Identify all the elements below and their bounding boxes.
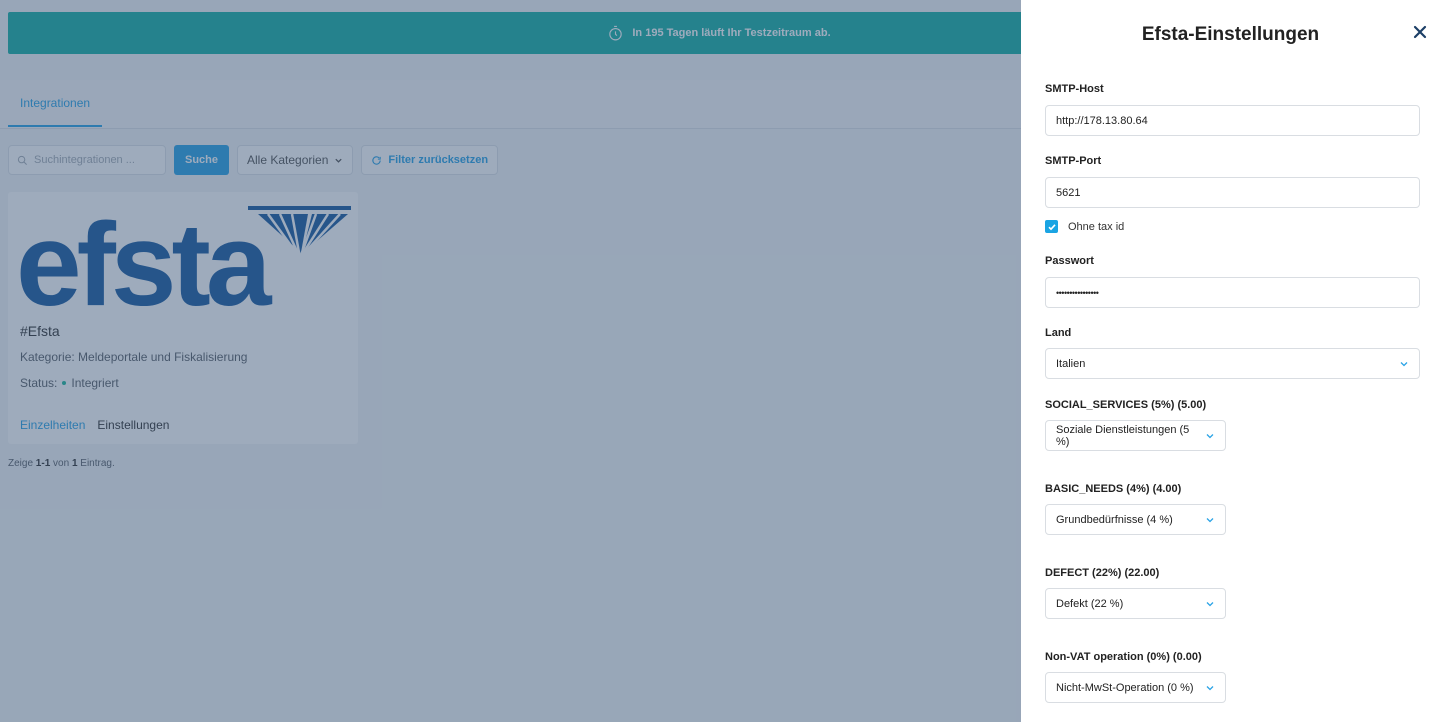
tax-mapping-value: Grundbedürfnisse (4 %) (1056, 513, 1173, 526)
chevron-down-icon (1400, 361, 1408, 366)
close-icon[interactable] (1410, 22, 1430, 42)
tax-mapping-label-basic-needs: BASIC_NEEDS (4%) (4.00) (1045, 483, 1182, 495)
tax-mapping-select-defect[interactable]: Defekt (22 %) (1045, 588, 1226, 619)
smtp-host-label: SMTP-Host (1045, 83, 1104, 95)
smtp-host-value: http://178.13.80.64 (1056, 114, 1148, 127)
tax-mapping-select-basic-needs[interactable]: Grundbedürfnisse (4 %) (1045, 504, 1226, 535)
smtp-port-label: SMTP-Port (1045, 155, 1102, 167)
settings-drawer: Efsta-Einstellungen SMTP-Host http://178… (1021, 0, 1440, 722)
smtp-port-value: 5621 (1056, 186, 1081, 199)
country-label: Land (1045, 327, 1072, 339)
smtp-host-input[interactable]: http://178.13.80.64 (1045, 105, 1420, 136)
tax-mapping-value: Nicht-MwSt-Operation (0 %) (1056, 681, 1194, 694)
tax-mapping-label-social-services: SOCIAL_SERVICES (5%) (5.00) (1045, 399, 1207, 411)
check-icon (1047, 223, 1056, 230)
drawer-title: Efsta-Einstellungen (1141, 24, 1320, 45)
chevron-down-icon (1206, 517, 1214, 522)
without-tax-id-label: Ohne tax id (1068, 220, 1125, 233)
tax-mapping-label-defect: DEFECT (22%) (22.00) (1045, 567, 1160, 579)
smtp-port-input[interactable]: 5621 (1045, 177, 1420, 208)
without-tax-id-row: Ohne tax id (1045, 220, 1124, 233)
tax-mapping-select-non-vat[interactable]: Nicht-MwSt-Operation (0 %) (1045, 672, 1226, 703)
chevron-down-icon (1206, 685, 1214, 690)
chevron-down-icon (1206, 601, 1214, 606)
country-value: Italien (1056, 357, 1086, 370)
tax-mapping-label-non-vat: Non-VAT operation (0%) (0.00) (1045, 651, 1202, 663)
tax-mapping-value: Defekt (22 %) (1056, 597, 1124, 610)
without-tax-id-checkbox[interactable] (1045, 220, 1058, 233)
password-value: •••••••••••••••• (1056, 287, 1099, 298)
password-label: Passwort (1045, 255, 1094, 267)
tax-mapping-select-social-services[interactable]: Soziale Dienstleistungen (5 %) (1045, 420, 1226, 451)
chevron-down-icon (1206, 433, 1214, 438)
modal-backdrop[interactable] (0, 0, 1021, 722)
country-select[interactable]: Italien (1045, 348, 1420, 379)
password-input[interactable]: •••••••••••••••• (1045, 277, 1420, 308)
tax-mapping-value: Soziale Dienstleistungen (5 %) (1056, 423, 1190, 448)
